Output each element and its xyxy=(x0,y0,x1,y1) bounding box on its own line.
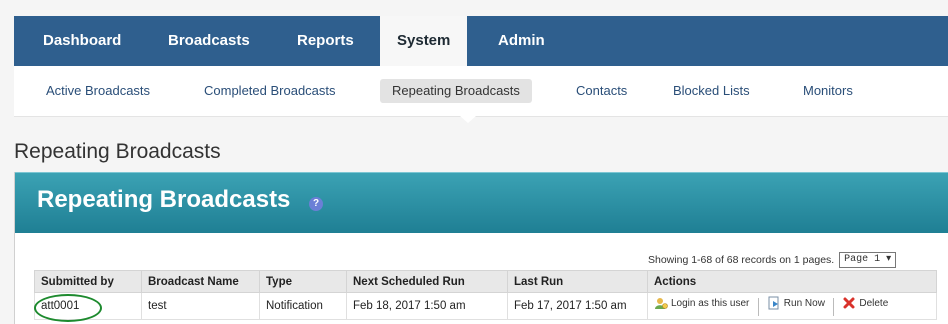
broadcasts-table: Submitted by Broadcast Name Type Next Sc… xyxy=(34,270,937,322)
tab-admin[interactable]: Admin xyxy=(498,16,545,66)
active-pointer xyxy=(460,116,476,123)
col-actions: Actions xyxy=(647,270,937,293)
tab-reports[interactable]: Reports xyxy=(297,16,354,66)
highlight-oval xyxy=(34,294,102,322)
login-as-user-button[interactable]: Login as this user xyxy=(654,296,749,310)
cell-actions: Login as this user Run Now Delete xyxy=(647,292,937,320)
run-now-icon xyxy=(768,296,779,310)
table-row: att0001 test Notification Feb 18, 2017 1… xyxy=(34,292,937,322)
col-broadcast-name[interactable]: Broadcast Name xyxy=(141,270,260,293)
help-icon[interactable]: ? xyxy=(309,197,323,211)
delete-label: Delete xyxy=(859,297,889,309)
cell-broadcast-name: test xyxy=(141,292,260,320)
col-type[interactable]: Type xyxy=(259,270,347,293)
broadcasts-panel: Repeating Broadcasts ? Showing 1-68 of 6… xyxy=(14,172,948,324)
run-now-label: Run Now xyxy=(783,297,825,309)
subnav-completed-broadcasts[interactable]: Completed Broadcasts xyxy=(204,79,336,103)
login-user-icon xyxy=(655,298,668,310)
col-submitted-by[interactable]: Submitted by xyxy=(34,270,142,293)
tab-broadcasts[interactable]: Broadcasts xyxy=(168,16,250,66)
subnav-active-broadcasts[interactable]: Active Broadcasts xyxy=(46,79,150,103)
records-text: Showing 1-68 of 68 records on 1 pages. xyxy=(648,253,835,266)
sub-navigation: Active Broadcasts Completed Broadcasts R… xyxy=(14,66,948,123)
divider xyxy=(833,297,835,316)
panel-title: Repeating Broadcasts xyxy=(37,186,291,213)
cell-type: Notification xyxy=(259,292,347,320)
top-navigation: Dashboard Broadcasts Reports System Admi… xyxy=(14,16,948,66)
run-now-button[interactable]: Run Now xyxy=(767,296,825,310)
subnav-contacts[interactable]: Contacts xyxy=(576,79,627,103)
subnav-repeating-broadcasts[interactable]: Repeating Broadcasts xyxy=(380,79,532,103)
delete-button[interactable]: Delete xyxy=(842,296,888,310)
cell-next-run: Feb 18, 2017 1:50 am xyxy=(346,292,508,320)
login-as-user-label: Login as this user xyxy=(671,297,750,309)
page-select-value: Page 1 xyxy=(844,254,881,265)
subnav-monitors[interactable]: Monitors xyxy=(803,79,853,103)
col-next-scheduled-run[interactable]: Next Scheduled Run xyxy=(346,270,508,293)
page-select[interactable]: Page 1 ▾ xyxy=(839,252,897,268)
cell-submitted-by: att0001 xyxy=(34,292,142,322)
submitted-by-link[interactable]: att0001 xyxy=(34,294,102,322)
delete-icon xyxy=(843,297,855,309)
records-summary: Showing 1-68 of 68 records on 1 pages. P… xyxy=(648,252,897,268)
table-header-row: Submitted by Broadcast Name Type Next Sc… xyxy=(34,270,937,293)
tab-dashboard[interactable]: Dashboard xyxy=(43,16,121,66)
col-last-run[interactable]: Last Run xyxy=(507,270,648,293)
page-title: Repeating Broadcasts xyxy=(14,140,221,163)
panel-header: Repeating Broadcasts ? xyxy=(15,172,948,233)
cell-last-run: Feb 17, 2017 1:50 am xyxy=(507,292,648,320)
subnav-blocked-lists[interactable]: Blocked Lists xyxy=(673,79,750,103)
divider xyxy=(757,297,759,316)
tab-system[interactable]: System xyxy=(380,16,468,66)
